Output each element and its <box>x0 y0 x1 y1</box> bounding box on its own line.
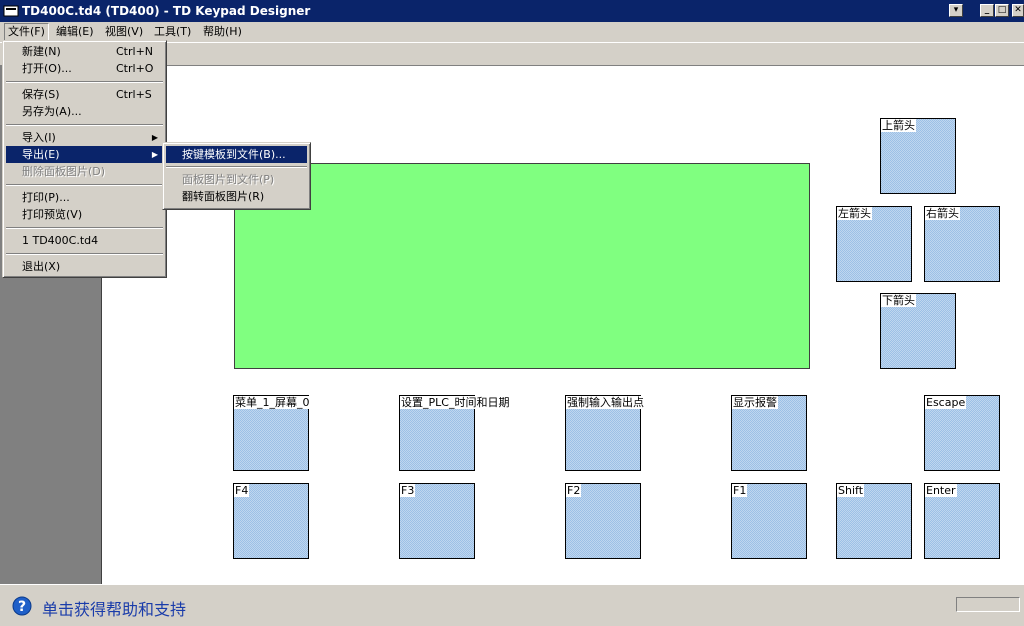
menu-file[interactable]: 文件(F) <box>4 23 49 41</box>
submenu-item-panel-image-to-file[interactable]: 面板图片到文件(P) <box>166 171 307 188</box>
menu-item-label: 打印预览(V) <box>22 208 83 221</box>
key-label: 显示报警 <box>732 396 778 409</box>
key-shift[interactable]: Shift <box>836 483 912 559</box>
menu-separator <box>6 124 163 126</box>
menu-item-delete-panel-image[interactable]: 删除面板图片(D) <box>6 163 163 180</box>
menu-item-label: 按键模板到文件(B)... <box>182 148 286 161</box>
status-field <box>956 597 1020 612</box>
key-label: 下箭头 <box>881 294 916 307</box>
menu-separator <box>6 253 163 255</box>
key-f2[interactable]: F2 <box>565 483 641 559</box>
key-force-io[interactable]: 强制输入输出点 <box>565 395 645 471</box>
menu-item-exit[interactable]: 退出(X) <box>6 258 163 275</box>
menu-item-label: 导出(E) <box>22 148 60 161</box>
key-up-arrow[interactable]: 上箭头 <box>880 118 956 194</box>
file-menu-dropdown: 新建(N) Ctrl+N 打开(O)... Ctrl+O 保存(S) Ctrl+… <box>2 40 167 278</box>
submenu-item-keypad-template[interactable]: 按键模板到文件(B)... <box>166 146 307 163</box>
submenu-item-flip-panel-image[interactable]: 翻转面板图片(R) <box>166 188 307 205</box>
menu-item-save-as[interactable]: 另存为(A)... <box>6 103 163 120</box>
menu-item-print-preview[interactable]: 打印预览(V) <box>6 206 163 223</box>
key-label: 上箭头 <box>881 119 916 132</box>
menu-item-import[interactable]: 导入(I) ▶ <box>6 129 163 146</box>
menu-item-label: 翻转面板图片(R) <box>182 190 265 203</box>
menu-separator <box>6 81 163 83</box>
menu-view[interactable]: 视图(V) <box>102 24 146 40</box>
status-bar: ? 单击获得帮助和支持 <box>0 584 1024 626</box>
menu-item-label: 1 TD400C.td4 <box>22 234 99 247</box>
menu-bar: 文件(F) 编辑(E) 视图(V) 工具(T) 帮助(H) <box>0 22 1024 42</box>
menu-item-label: 面板图片到文件(P) <box>182 173 275 186</box>
key-right-arrow[interactable]: 右箭头 <box>924 206 1000 282</box>
extra-menu-button[interactable]: ▾ <box>949 4 963 17</box>
key-label: 强制输入输出点 <box>566 396 645 409</box>
menu-item-label: 另存为(A)... <box>22 105 82 118</box>
menu-tools[interactable]: 工具(T) <box>151 24 194 40</box>
lcd-display-area[interactable] <box>234 163 810 369</box>
key-f1[interactable]: F1 <box>731 483 807 559</box>
key-label: F4 <box>234 484 250 497</box>
menu-edit[interactable]: 编辑(E) <box>53 24 97 40</box>
key-label: F3 <box>400 484 416 497</box>
key-escape[interactable]: Escape <box>924 395 1000 471</box>
key-down-arrow[interactable]: 下箭头 <box>880 293 956 369</box>
menu-item-label: 删除面板图片(D) <box>22 165 106 178</box>
menu-item-label: 新建(N) <box>22 45 61 58</box>
key-menu-screen[interactable]: 菜单_1_屏幕_0 <box>233 395 311 471</box>
menu-item-label: 打开(O)... <box>22 62 72 75</box>
menu-item-save[interactable]: 保存(S) Ctrl+S <box>6 86 163 103</box>
key-label: Escape <box>925 396 967 409</box>
key-set-plc-time[interactable]: 设置_PLC_时间和日期 <box>399 395 511 471</box>
menu-separator <box>6 184 163 186</box>
key-f3[interactable]: F3 <box>399 483 475 559</box>
key-show-alarms[interactable]: 显示报警 <box>731 395 807 471</box>
key-label: F1 <box>732 484 748 497</box>
key-label: Enter <box>925 484 957 497</box>
app-icon[interactable] <box>3 4 19 18</box>
menu-item-open[interactable]: 打开(O)... Ctrl+O <box>6 60 163 77</box>
key-label: 左箭头 <box>837 207 872 220</box>
window-title: TD400C.td4 (TD400) - TD Keypad Designer <box>22 4 311 18</box>
export-submenu: 按键模板到文件(B)... 面板图片到文件(P) 翻转面板图片(R) <box>162 142 311 210</box>
title-bar: TD400C.td4 (TD400) - TD Keypad Designer … <box>0 0 1024 22</box>
menu-separator <box>166 166 307 168</box>
menu-item-shortcut: Ctrl+O <box>116 62 154 75</box>
svg-text:?: ? <box>18 599 26 615</box>
close-button[interactable]: ✕ <box>1012 4 1024 17</box>
menu-item-print[interactable]: 打印(P)... <box>6 189 163 206</box>
submenu-arrow-icon: ▶ <box>151 133 158 142</box>
menu-item-shortcut: Ctrl+S <box>116 88 152 101</box>
menu-separator <box>6 227 163 229</box>
menu-item-label: 保存(S) <box>22 88 60 101</box>
menu-item-label: 打印(P)... <box>22 191 70 204</box>
key-label: Shift <box>837 484 865 497</box>
question-circle-icon[interactable]: ? <box>12 596 32 616</box>
menu-item-shortcut: Ctrl+N <box>116 45 154 58</box>
menu-item-label: 退出(X) <box>22 260 61 273</box>
menu-help[interactable]: 帮助(H) <box>200 24 245 40</box>
maximize-button[interactable]: □ <box>995 4 1009 17</box>
help-support-link[interactable]: 单击获得帮助和支持 <box>42 596 186 620</box>
submenu-arrow-icon: ▶ <box>151 150 158 159</box>
menu-item-export[interactable]: 导出(E) ▶ <box>6 146 163 163</box>
menu-item-label: 导入(I) <box>22 131 56 144</box>
key-label: F2 <box>566 484 582 497</box>
menu-item-new[interactable]: 新建(N) Ctrl+N <box>6 43 163 60</box>
key-left-arrow[interactable]: 左箭头 <box>836 206 912 282</box>
key-label: 菜单_1_屏幕_0 <box>234 396 311 409</box>
key-enter[interactable]: Enter <box>924 483 1000 559</box>
minimize-button[interactable]: _ <box>980 4 994 17</box>
key-f4[interactable]: F4 <box>233 483 309 559</box>
key-label: 设置_PLC_时间和日期 <box>400 396 511 409</box>
key-label: 右箭头 <box>925 207 960 220</box>
menu-item-recent-file[interactable]: 1 TD400C.td4 <box>6 232 163 249</box>
